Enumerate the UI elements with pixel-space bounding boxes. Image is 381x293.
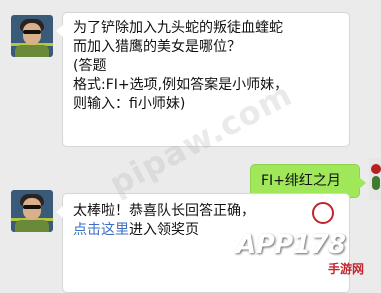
user-avatar[interactable] xyxy=(369,158,381,200)
question-line-1: 为了铲除加入九头蛇的叛徒血蝰蛇 xyxy=(73,20,283,36)
logo-emblem-icon xyxy=(312,202,334,224)
app178-logo: APP178 手游网 xyxy=(236,202,381,282)
reply-line-1: 太棒啦！恭喜队长回答正确， xyxy=(73,203,255,219)
contact-avatar[interactable] xyxy=(11,15,53,57)
question-line-4: 格式:FI+选项,例如答案是小师妹， xyxy=(73,77,289,93)
contact-avatar-2[interactable] xyxy=(11,190,53,232)
question-line-2: 而加入猎鹰的美女是哪位？ xyxy=(73,39,241,55)
question-line-3: (答题 xyxy=(73,58,107,74)
claim-reward-link[interactable]: 点击这里 xyxy=(73,222,129,238)
logo-site-text: 手游网 xyxy=(328,262,365,276)
answer-text: FI+绯红之月 xyxy=(261,173,341,189)
reply-line-2-text: 进入领奖页 xyxy=(129,222,199,238)
question-line-5: 则输入：fi小师妹) xyxy=(73,96,186,112)
logo-text: APP178 xyxy=(236,230,346,260)
